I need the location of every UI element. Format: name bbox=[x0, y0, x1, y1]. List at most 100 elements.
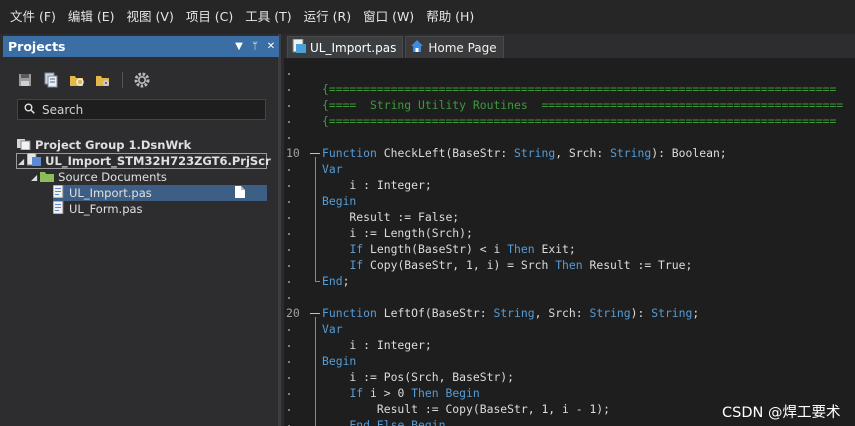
code-line: Var bbox=[322, 161, 343, 177]
tab-label: UL_Import.pas bbox=[310, 40, 397, 55]
line-dot bbox=[288, 121, 290, 123]
panel-menu-icon[interactable]: ▼ bbox=[231, 41, 247, 52]
fold-collapse-icon[interactable] bbox=[310, 313, 320, 314]
menu-help[interactable]: 帮助 (H) bbox=[420, 6, 480, 28]
projects-panel: Projects ▼ ᛘ ✕ Search Project Group 1.Ds… bbox=[0, 34, 281, 426]
project-file-icon bbox=[26, 152, 42, 169]
tree-item-source-documents[interactable]: ◢ Source Documents bbox=[31, 169, 267, 185]
code-editor[interactable]: 10 20 {==================================… bbox=[284, 58, 855, 426]
close-icon[interactable]: ✕ bbox=[263, 41, 279, 52]
code-token: i := Length(Srch); bbox=[322, 226, 473, 240]
tab-home-page[interactable]: Home Page bbox=[405, 36, 504, 58]
code-token: If bbox=[349, 242, 364, 256]
code-line: End; bbox=[322, 273, 349, 289]
menu-bar: 文件 (F) 编辑 (E) 视图 (V) 项目 (C) 工具 (T) 运行 (R… bbox=[0, 0, 855, 34]
fold-collapse-icon[interactable] bbox=[310, 153, 320, 154]
tree-item-project-group[interactable]: Project Group 1.DsnWrk bbox=[17, 137, 267, 153]
search-placeholder: Search bbox=[42, 102, 84, 117]
folder-icon bbox=[40, 170, 55, 185]
code-line: End Else Begin bbox=[322, 417, 445, 426]
line-dot bbox=[288, 377, 290, 379]
line-dot bbox=[288, 217, 290, 219]
code-token: Begin bbox=[322, 354, 357, 368]
menu-edit[interactable]: 编辑 (E) bbox=[62, 6, 121, 28]
menu-tools[interactable]: 工具 (T) bbox=[239, 6, 297, 28]
tree-item-project[interactable]: ◢ UL_Import_STM32H723ZGT6.PrjScr bbox=[16, 152, 271, 169]
file-label: UL_Import.pas bbox=[69, 186, 152, 200]
line-dot bbox=[288, 361, 290, 363]
code-token: Then bbox=[555, 258, 583, 272]
menu-file[interactable]: 文件 (F) bbox=[4, 6, 62, 28]
code-token: Begin bbox=[322, 194, 357, 208]
code-line: If Copy(BaseStr, 1, i) = Srch Then Resul… bbox=[322, 257, 692, 273]
code-line: Function CheckLeft(BaseStr: String, Srch… bbox=[322, 145, 727, 161]
pascal-file-icon bbox=[52, 184, 65, 201]
code-token: ; bbox=[692, 306, 700, 320]
expand-arrow-icon: ◢ bbox=[18, 156, 25, 166]
tree-item-file-ul-form[interactable]: UL_Form.pas bbox=[52, 200, 267, 217]
code-token: String bbox=[651, 306, 693, 320]
gear-icon[interactable] bbox=[133, 71, 151, 89]
line-dot bbox=[288, 89, 290, 91]
copy-documents-icon[interactable] bbox=[42, 71, 60, 89]
code-token: i := Pos(Srch, BaseStr); bbox=[322, 370, 515, 384]
code-line: {=======================================… bbox=[322, 113, 836, 129]
code-token: Result := Copy(BaseStr, 1, i - 1); bbox=[322, 402, 611, 416]
line-dot bbox=[288, 233, 290, 235]
fold-guide bbox=[315, 157, 316, 281]
code-line: Result := False; bbox=[322, 209, 459, 225]
code-token: CheckLeft(BaseStr: bbox=[376, 146, 515, 160]
fold-guide bbox=[315, 317, 316, 426]
fold-guide-end bbox=[315, 281, 320, 282]
tree-item-file-ul-import[interactable]: UL_Import.pas bbox=[52, 184, 267, 201]
code-token: Function bbox=[322, 146, 377, 160]
line-dot bbox=[288, 169, 290, 171]
tab-ul-import[interactable]: UL_Import.pas bbox=[287, 36, 404, 58]
code-token: Var bbox=[322, 162, 343, 176]
save-icon[interactable] bbox=[16, 71, 34, 89]
code-token: Copy(BaseStr, 1, i) = Srch bbox=[363, 258, 556, 272]
line-dot bbox=[288, 393, 290, 395]
code-token: Function bbox=[322, 306, 377, 320]
code-token: ): bbox=[630, 306, 652, 320]
folder-settings-icon[interactable] bbox=[94, 71, 112, 89]
menu-view[interactable]: 视图 (V) bbox=[121, 6, 180, 28]
folder-search-icon[interactable] bbox=[68, 71, 86, 89]
code-line: i := Length(Srch); bbox=[322, 225, 473, 241]
code-line: Function LeftOf(BaseStr: String, Srch: S… bbox=[322, 305, 699, 321]
code-token: ): Boolean; bbox=[651, 146, 727, 160]
code-token: String bbox=[610, 146, 652, 160]
line-dot bbox=[288, 137, 290, 139]
editor-gutter: 10 20 bbox=[284, 58, 320, 426]
menu-window[interactable]: 窗口 (W) bbox=[357, 6, 420, 28]
projects-search-field[interactable]: Search bbox=[17, 99, 266, 120]
code-area[interactable]: {=======================================… bbox=[322, 58, 855, 426]
code-token: i > 0 bbox=[363, 386, 412, 400]
pin-icon[interactable]: ᛘ bbox=[247, 41, 263, 52]
pascal-file-icon bbox=[52, 200, 65, 217]
home-icon bbox=[410, 39, 424, 56]
code-token: If bbox=[349, 258, 364, 272]
code-token: End bbox=[322, 274, 343, 288]
code-token: String bbox=[514, 146, 556, 160]
line-dot bbox=[288, 409, 290, 411]
toolbar-divider bbox=[122, 72, 123, 88]
code-token: {==== String Utility Routines ==========… bbox=[322, 98, 844, 112]
menu-run[interactable]: 运行 (R) bbox=[298, 6, 357, 28]
code-token: i : Integer; bbox=[322, 338, 432, 352]
projects-panel-header: Projects ▼ ᛘ ✕ bbox=[3, 36, 279, 57]
expand-arrow-icon: ◢ bbox=[31, 172, 38, 182]
line-number: 20 bbox=[286, 306, 300, 320]
editor-tab-strip: UL_Import.pas Home Page bbox=[284, 34, 855, 58]
code-line: If Length(BaseStr) < i Then Exit; bbox=[322, 241, 575, 257]
code-line: {==== String Utility Routines ==========… bbox=[322, 97, 843, 113]
code-token: LeftOf(BaseStr: bbox=[376, 306, 494, 320]
line-dot bbox=[288, 265, 290, 267]
code-line: Var bbox=[322, 321, 343, 337]
projects-panel-title: Projects bbox=[8, 39, 66, 54]
menu-project[interactable]: 项目 (C) bbox=[180, 6, 239, 28]
code-token: i : Integer; bbox=[322, 178, 432, 192]
